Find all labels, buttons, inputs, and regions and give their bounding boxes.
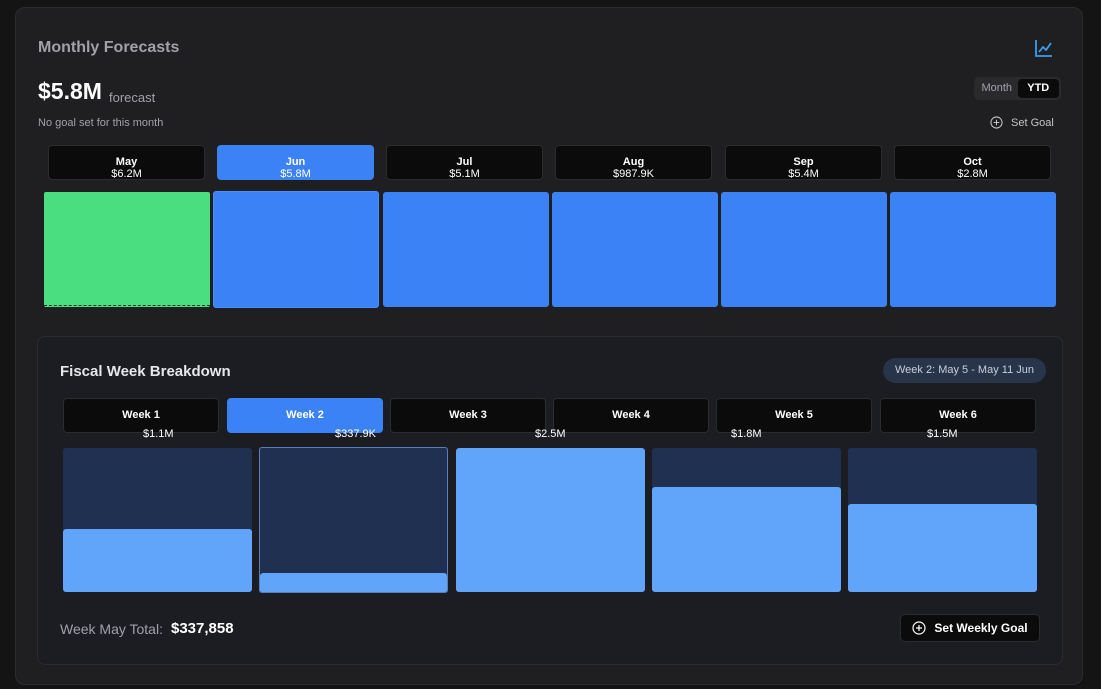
- month-value: $987.9K: [613, 168, 654, 180]
- week-bar-fill: [63, 528, 252, 592]
- month-tab-oct[interactable]: Oct $2.8M: [894, 145, 1051, 180]
- line-chart-icon[interactable]: [1033, 37, 1055, 59]
- week-bar-fill: [652, 486, 841, 592]
- toggle-ytd-button[interactable]: YTD: [1017, 79, 1059, 98]
- month-name: Jun: [285, 156, 306, 168]
- month-value: $2.8M: [957, 168, 988, 180]
- set-weekly-goal-label: Set Weekly Goal: [934, 621, 1028, 635]
- week-bar-fill: [260, 573, 447, 592]
- forecast-caption: forecast: [109, 90, 156, 105]
- week-bar-5[interactable]: [848, 448, 1037, 592]
- month-name: Aug: [622, 156, 645, 168]
- forecast-total: $5.8M: [38, 78, 102, 104]
- week-bar-1[interactable]: [63, 448, 252, 592]
- month-tab-aug[interactable]: Aug $987.9K: [555, 145, 712, 180]
- month-tab-may[interactable]: May $6.2M: [48, 145, 205, 180]
- week-bar-3[interactable]: [456, 448, 645, 592]
- month-value: $5.1M: [449, 168, 480, 180]
- week-bar-4[interactable]: [652, 448, 841, 592]
- plus-circle-icon: [912, 621, 927, 635]
- month-name: Oct: [963, 156, 982, 168]
- week-bar-fill: [456, 448, 645, 592]
- month-value: $5.8M: [280, 168, 311, 180]
- card-title: Monthly Forecasts: [38, 39, 180, 56]
- fiscal-title: Fiscal Week Breakdown: [60, 363, 231, 380]
- month-tab-jul[interactable]: Jul $5.1M: [386, 145, 543, 180]
- month-bar-may[interactable]: [44, 192, 210, 307]
- plus-circle-icon: [990, 116, 1003, 129]
- month-bar-sep[interactable]: [721, 192, 887, 307]
- week-value-4: $1.8M: [731, 428, 762, 440]
- week-tab-6[interactable]: Week 6: [880, 398, 1036, 433]
- week-value-5: $1.5M: [927, 428, 958, 440]
- month-name: Sep: [793, 156, 814, 168]
- week-total-label: Week May Total:: [60, 621, 163, 637]
- week-tab-4[interactable]: Week 4: [553, 398, 709, 433]
- set-goal-button[interactable]: Set Goal: [990, 116, 1054, 129]
- month-bar-oct[interactable]: [890, 192, 1056, 307]
- week-range-badge: Week 2: May 5 - May 11 Jun: [883, 358, 1046, 383]
- week-bar-fill: [848, 504, 1037, 592]
- toggle-month-button[interactable]: Month: [976, 79, 1018, 98]
- month-bar-aug[interactable]: [552, 192, 718, 307]
- month-name: May: [115, 156, 138, 168]
- set-goal-label: Set Goal: [1011, 116, 1054, 129]
- month-bar-jul[interactable]: [383, 192, 549, 307]
- monthly-forecasts-card: Monthly Forecasts $5.8M forecast Month Y…: [15, 7, 1083, 685]
- set-weekly-goal-button[interactable]: Set Weekly Goal: [900, 614, 1040, 642]
- week-value-2: $337.9K: [335, 428, 376, 440]
- month-tab-sep[interactable]: Sep $5.4M: [725, 145, 882, 180]
- month-name: Jul: [456, 156, 473, 168]
- month-value: $5.4M: [788, 168, 819, 180]
- period-toggle: Month YTD: [974, 77, 1061, 100]
- month-bar-jun[interactable]: [213, 191, 379, 308]
- week-tab-1[interactable]: Week 1: [63, 398, 219, 433]
- fiscal-week-panel: Fiscal Week Breakdown Week 2: May 5 - Ma…: [37, 336, 1063, 665]
- week-bar-2[interactable]: [259, 447, 448, 593]
- goal-line: [44, 305, 210, 306]
- week-total-value: $337,858: [171, 620, 234, 637]
- week-tab-3[interactable]: Week 3: [390, 398, 546, 433]
- month-value: $6.2M: [111, 168, 142, 180]
- week-value-3: $2.5M: [535, 428, 566, 440]
- month-tab-jun[interactable]: Jun $5.8M: [217, 145, 374, 180]
- week-value-1: $1.1M: [143, 428, 174, 440]
- goal-note: No goal set for this month: [38, 117, 164, 129]
